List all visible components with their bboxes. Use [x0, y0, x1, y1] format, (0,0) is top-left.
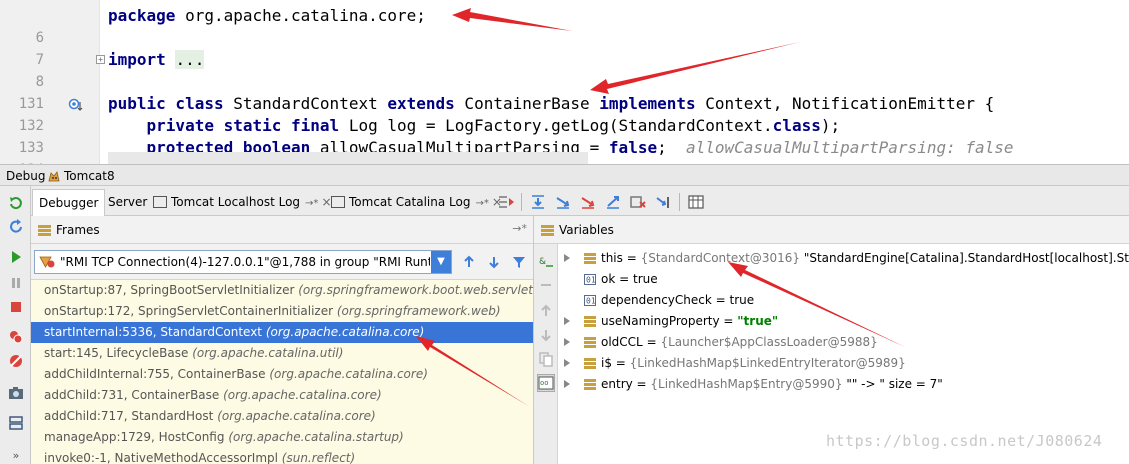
thread-suspended-icon	[39, 256, 55, 268]
thread-dropdown[interactable]: "RMI TCP Connection(4)-127.0.0.1"@1,788 …	[34, 250, 452, 274]
show-watches-icon[interactable]: oo	[537, 374, 555, 392]
thread-selector-row: "RMI TCP Connection(4)-127.0.0.1"@1,788 …	[31, 244, 533, 280]
folded-imports[interactable]: ...	[175, 50, 205, 69]
field-icon	[584, 253, 596, 264]
copy-icon[interactable]	[537, 350, 555, 368]
thread-name: "RMI TCP Connection(4)-127.0.0.1"@1,788 …	[60, 255, 430, 269]
force-step-into-icon[interactable]	[578, 192, 598, 212]
tab-tomcat-catalina-log[interactable]: Tomcat Catalina Log →* ×	[325, 189, 508, 216]
frame-item[interactable]: start:145, LifecycleBase (org.apache.cat…	[31, 343, 533, 364]
variables-title: Variables	[559, 223, 614, 237]
code-editor[interactable]: 6 package org.apache.catalina.core; 7 8 …	[0, 0, 1129, 164]
tab-server[interactable]: Server	[102, 189, 153, 216]
run-to-cursor-icon[interactable]	[653, 192, 673, 212]
pause-icon[interactable]	[7, 274, 25, 292]
stop-icon[interactable]	[7, 298, 25, 316]
filter-icon[interactable]	[510, 253, 528, 271]
field-icon	[584, 337, 596, 348]
code-line[interactable]: 132 public class StandardContext extends…	[0, 93, 1129, 134]
frame-item[interactable]: invoke0:-1, NativeMethodAccessorImpl (su…	[31, 448, 533, 464]
frames-panel: Frames →* "RMI TCP Connection(4)-127.0.0…	[31, 216, 534, 464]
chevron-down-icon[interactable]: ▼	[431, 251, 451, 273]
expand-arrow-icon[interactable]	[564, 359, 570, 367]
code-text: private static final Log log = LogFactor…	[146, 116, 841, 135]
tab-debugger[interactable]: Debugger	[32, 189, 106, 216]
layout-icon[interactable]	[7, 414, 25, 432]
frame-item[interactable]: onStartup:87, SpringBootServletInitializ…	[31, 280, 533, 301]
refresh-icon[interactable]	[7, 218, 25, 236]
step-over-icon[interactable]	[528, 192, 548, 212]
tab-tomcat-localhost-log[interactable]: Tomcat Localhost Log →* ×	[147, 189, 338, 216]
frames-icon	[38, 225, 51, 236]
code-text: public class StandardContext extends Con…	[108, 94, 995, 113]
code-text: import ...	[108, 50, 205, 69]
frames-header: Frames →*	[31, 216, 533, 244]
new-watch-icon[interactable]: &	[537, 253, 555, 271]
expand-arrow-icon[interactable]	[564, 338, 570, 346]
frame-item[interactable]: manageApp:1729, HostConfig (org.apache.c…	[31, 427, 533, 448]
show-execution-point-icon[interactable]	[496, 192, 516, 212]
arrow-down-icon[interactable]	[485, 253, 503, 271]
field-icon	[584, 316, 596, 327]
drop-frame-icon[interactable]	[628, 192, 648, 212]
variables-header: Variables	[534, 216, 1129, 244]
move-down-icon[interactable]	[537, 326, 555, 344]
field-icon	[584, 379, 596, 390]
svg-text:01: 01	[586, 297, 596, 306]
frames-title: Frames	[56, 223, 100, 237]
log-icon	[331, 196, 345, 208]
code-line[interactable]: 8 + import ...	[0, 49, 1129, 90]
variables-toolbar: & oo	[534, 216, 558, 464]
code-line[interactable]: 7	[0, 27, 1129, 68]
field-icon	[584, 358, 596, 369]
fold-expand-icon[interactable]: +	[96, 55, 105, 64]
svg-text:oo: oo	[540, 379, 548, 387]
view-breakpoints-icon[interactable]	[7, 328, 25, 346]
move-up-icon[interactable]	[537, 302, 555, 320]
svg-text:&: &	[539, 257, 546, 267]
variables-panel: Variables this = {StandardContext@3016} …	[534, 216, 1129, 464]
frame-item-selected[interactable]: startInternal:5336, StandardContext (org…	[31, 322, 533, 343]
expand-arrow-icon[interactable]	[564, 380, 570, 388]
debug-title: Debug	[6, 169, 46, 183]
remove-watch-icon[interactable]	[537, 276, 555, 294]
code-line[interactable]: 131	[0, 71, 1129, 112]
arrow-up-icon[interactable]	[460, 253, 478, 271]
log-icon	[153, 196, 167, 208]
code-line[interactable]: 133 private static final Log log = LogFa…	[0, 115, 1129, 156]
code-line[interactable]: 6 package org.apache.catalina.core;	[0, 5, 1129, 46]
primitive-icon: 01	[584, 295, 596, 306]
pin-icon[interactable]: →*	[475, 198, 488, 209]
frame-item[interactable]: addChild:717, StandardHost (org.apache.c…	[31, 406, 533, 427]
resume-icon[interactable]	[7, 248, 25, 266]
pin-icon[interactable]: →*	[305, 198, 318, 209]
expand-arrow-icon[interactable]	[564, 317, 570, 325]
frame-item[interactable]: addChildInternal:755, ContainerBase (org…	[31, 364, 533, 385]
rerun-icon[interactable]	[7, 194, 25, 212]
frame-item[interactable]: addChild:731, ContainerBase (org.apache.…	[31, 385, 533, 406]
expand-arrow-icon[interactable]	[564, 254, 570, 262]
primitive-icon: 01	[584, 274, 596, 285]
svg-text:01: 01	[586, 276, 596, 285]
debug-toolwindow-header[interactable]: Debug Tomcat8	[0, 164, 1129, 186]
tomcat-icon	[48, 171, 60, 182]
hide-panel-icon[interactable]: →*	[512, 222, 527, 235]
mute-breakpoints-icon[interactable]	[7, 352, 25, 370]
debug-left-toolbar: »	[0, 186, 31, 464]
evaluate-expression-icon[interactable]	[686, 192, 706, 212]
variables-icon	[541, 225, 554, 236]
watermark: https://blog.csdn.net/J080624	[826, 432, 1103, 450]
code-text: package org.apache.catalina.core;	[108, 6, 426, 25]
partially-hidden-line	[108, 152, 588, 164]
frame-item[interactable]: onStartup:172, SpringServletContainerIni…	[31, 301, 533, 322]
step-into-icon[interactable]	[553, 192, 573, 212]
more-icon[interactable]: »	[7, 446, 25, 464]
inline-debug-value: allowCasualMultipartParsing: false	[686, 138, 1014, 157]
camera-icon[interactable]	[7, 384, 25, 402]
frames-list: onStartup:87, SpringBootServletInitializ…	[31, 280, 533, 464]
step-out-icon[interactable]	[603, 192, 623, 212]
implements-method-icon[interactable]	[68, 98, 84, 112]
run-config-name[interactable]: Tomcat8	[64, 169, 115, 183]
debug-tabs-bar: Debugger Server Tomcat Localhost Log →* × …	[31, 186, 1129, 216]
